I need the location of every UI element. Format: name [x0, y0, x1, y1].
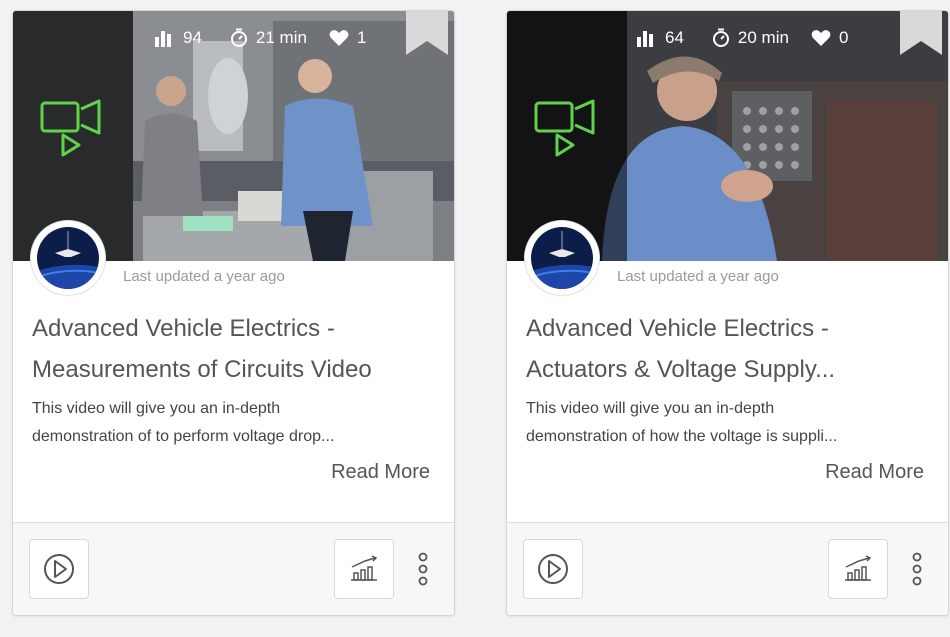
avatar: [525, 221, 599, 295]
level-value: 94: [183, 28, 202, 47]
stopwatch-icon: [230, 28, 247, 47]
likes-value: 1: [356, 28, 367, 47]
avatar: [31, 221, 105, 295]
stopwatch-icon: [712, 28, 729, 47]
duration-stat: 20 min: [712, 28, 789, 48]
read-more-link[interactable]: Read More: [331, 461, 430, 484]
more-vertical-icon[interactable]: [905, 549, 929, 589]
video-icon: [534, 99, 595, 157]
last-updated: Last updated a year ago: [123, 268, 285, 285]
likes-value: 0: [838, 28, 849, 47]
heart-icon: [811, 30, 831, 46]
card-title-line: Actuators & Voltage Supply...: [526, 356, 836, 383]
progress-chart-icon: [351, 555, 378, 581]
level-value: 64: [665, 28, 684, 47]
avatar-image: [37, 227, 99, 289]
card-title-line: Measurements of Circuits Video: [32, 356, 372, 383]
card-description: This video will give you an in-depth dem…: [32, 395, 432, 451]
card-title[interactable]: Advanced Vehicle Electrics - Actuators &…: [526, 308, 936, 390]
play-circle-icon: [538, 554, 568, 584]
avatar-image: [531, 227, 593, 289]
level-stat: 64: [637, 28, 684, 48]
progress-button[interactable]: [828, 539, 888, 599]
play-circle-icon: [44, 554, 74, 584]
description-line: This video will give you an in-depth: [526, 400, 775, 417]
progress-button[interactable]: [334, 539, 394, 599]
course-card[interactable]: 64 20 min 0 Last updated a year ago Adva…: [506, 10, 949, 616]
course-card[interactable]: 94 21 min 1 Last updated a year ago Adva…: [12, 10, 455, 616]
play-button[interactable]: [523, 539, 583, 599]
level-stat: 94: [155, 28, 202, 48]
card-stats: 64 20 min 0: [637, 25, 848, 51]
card-title-line: Advanced Vehicle Electrics -: [526, 315, 829, 342]
card-stats: 94 21 min 1: [155, 25, 366, 51]
description-line: This video will give you an in-depth: [32, 400, 281, 417]
card-title[interactable]: Advanced Vehicle Electrics - Measurement…: [32, 308, 442, 390]
heart-icon: [329, 30, 349, 46]
likes-stat: 1: [329, 28, 366, 48]
play-button[interactable]: [29, 539, 89, 599]
duration-stat: 21 min: [230, 28, 307, 48]
likes-stat: 0: [811, 28, 848, 48]
card-footer: [13, 522, 454, 615]
card-title-line: Advanced Vehicle Electrics -: [32, 315, 335, 342]
video-icon: [40, 99, 101, 157]
description-line: demonstration of how the voltage is supp…: [526, 428, 838, 445]
card-description: This video will give you an in-depth dem…: [526, 395, 926, 451]
progress-chart-icon: [845, 555, 872, 581]
last-updated: Last updated a year ago: [617, 268, 779, 285]
read-more-link[interactable]: Read More: [825, 461, 924, 484]
bar-chart-icon: [155, 31, 171, 47]
more-vertical-icon[interactable]: [411, 549, 435, 589]
duration-value: 21 min: [255, 28, 307, 47]
bar-chart-icon: [637, 31, 653, 47]
description-line: demonstration of to perform voltage drop…: [32, 428, 335, 445]
card-footer: [507, 522, 948, 615]
bookmark-icon[interactable]: [900, 11, 942, 55]
duration-value: 20 min: [737, 28, 789, 47]
bookmark-icon[interactable]: [406, 11, 448, 55]
